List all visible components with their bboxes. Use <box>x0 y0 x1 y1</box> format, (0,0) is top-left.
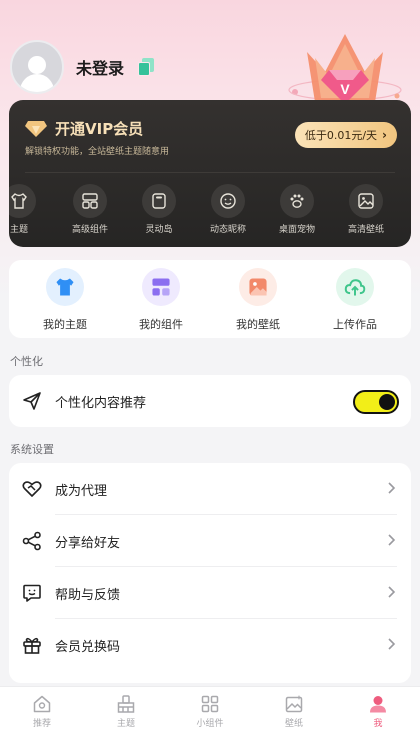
user-icon <box>370 696 386 713</box>
vip-feature-island[interactable]: 灵动岛 <box>127 184 191 235</box>
wallpaper-icon <box>285 695 303 713</box>
chevron-right-icon <box>388 586 396 598</box>
copy-id-icon[interactable] <box>138 58 156 76</box>
my-themes-label: 我的主题 <box>43 318 87 331</box>
upload-works-label: 上传作品 <box>333 318 377 331</box>
my-wallpapers-label: 我的壁纸 <box>236 318 280 331</box>
chevron-right-icon <box>388 534 396 546</box>
quick-actions-card: 我的主题 我的组件 我的壁纸 上传作品 <box>9 260 411 338</box>
vip-price-button[interactable]: 低于0.01元/天 › <box>294 122 397 148</box>
vip-price-label: 低于0.01元/天 <box>304 129 378 142</box>
login-status[interactable]: 未登录 <box>76 55 124 79</box>
vip-card[interactable]: 开通VIP会员 解锁特权功能，全站壁纸主题随意用 低于0.01元/天 › 主题 … <box>9 100 411 247</box>
feedback-icon <box>23 584 41 602</box>
vip-feature-widgets[interactable]: 高级组件 <box>58 184 122 235</box>
tab-theme[interactable]: 主题 <box>84 693 168 729</box>
recommend-toggle[interactable] <box>353 390 399 414</box>
gift-icon <box>23 637 41 654</box>
vip-feature-pet[interactable]: 桌面宠物 <box>265 184 329 235</box>
divider <box>25 172 395 173</box>
my-widgets-label: 我的组件 <box>139 318 183 331</box>
profile-header[interactable]: 未登录 <box>10 40 156 94</box>
settings-card: 成为代理 分享给好友 帮助与反馈 会员兑换码 <box>9 463 411 683</box>
vip-feature-theme[interactable]: 主题 <box>9 184 51 235</box>
shirt-icon <box>56 278 74 296</box>
diamond-icon <box>25 120 47 137</box>
personalization-card: 个性化内容推荐 <box>9 375 411 427</box>
vip-subtitle: 解锁特权功能，全站壁纸主题随意用 <box>25 147 170 157</box>
share-icon <box>22 531 41 551</box>
svg-text:V: V <box>340 81 350 97</box>
vip-feature-wallpaper[interactable]: 高清壁纸 <box>334 184 398 235</box>
settings-item-share[interactable]: 分享给好友 <box>9 515 411 567</box>
widget-icon <box>152 278 170 296</box>
settings-item-redeem[interactable]: 会员兑换码 <box>9 619 411 671</box>
image-icon <box>358 193 374 209</box>
vip-title: 开通VIP会员 <box>55 120 144 138</box>
handshake-heart-icon <box>22 481 42 497</box>
home-icon <box>33 695 51 713</box>
paw-icon <box>290 194 304 208</box>
settings-item-agent[interactable]: 成为代理 <box>9 463 411 515</box>
upload-works-button[interactable]: 上传作品 <box>307 268 403 332</box>
avatar[interactable] <box>10 40 64 94</box>
chevron-right-icon <box>388 482 396 494</box>
settings-section-title: 系统设置 <box>10 443 54 456</box>
recommend-row[interactable]: 个性化内容推荐 <box>9 375 411 427</box>
widget-icon <box>201 695 219 713</box>
shirt-icon <box>11 193 27 209</box>
bottom-tab-bar: 推荐 主题 小组件 壁纸 我 <box>0 686 420 733</box>
upload-cloud-icon <box>344 279 366 296</box>
widget-icon <box>82 193 98 209</box>
island-icon <box>152 193 166 209</box>
vip-feature-nickname[interactable]: 动态昵称 <box>196 184 260 235</box>
send-icon <box>23 392 41 410</box>
personalization-section-title: 个性化 <box>10 355 43 368</box>
tab-me[interactable]: 我 <box>336 693 420 729</box>
chevron-right-icon: › <box>382 128 387 142</box>
brush-icon <box>117 695 135 713</box>
tab-wallpaper[interactable]: 壁纸 <box>252 693 336 729</box>
my-wallpapers-button[interactable]: 我的壁纸 <box>210 268 306 332</box>
recommend-label: 个性化内容推荐 <box>55 395 147 411</box>
image-icon <box>249 278 267 296</box>
my-themes-button[interactable]: 我的主题 <box>17 268 113 332</box>
my-widgets-button[interactable]: 我的组件 <box>113 268 209 332</box>
chevron-right-icon <box>388 638 396 650</box>
smile-icon <box>220 193 236 209</box>
tab-recommend[interactable]: 推荐 <box>0 693 84 729</box>
vip-feature-list: 主题 高级组件 灵动岛 动态昵称 桌面宠物 高清壁纸 <box>9 184 411 235</box>
tab-widgets[interactable]: 小组件 <box>168 693 252 729</box>
settings-item-feedback[interactable]: 帮助与反馈 <box>9 567 411 619</box>
